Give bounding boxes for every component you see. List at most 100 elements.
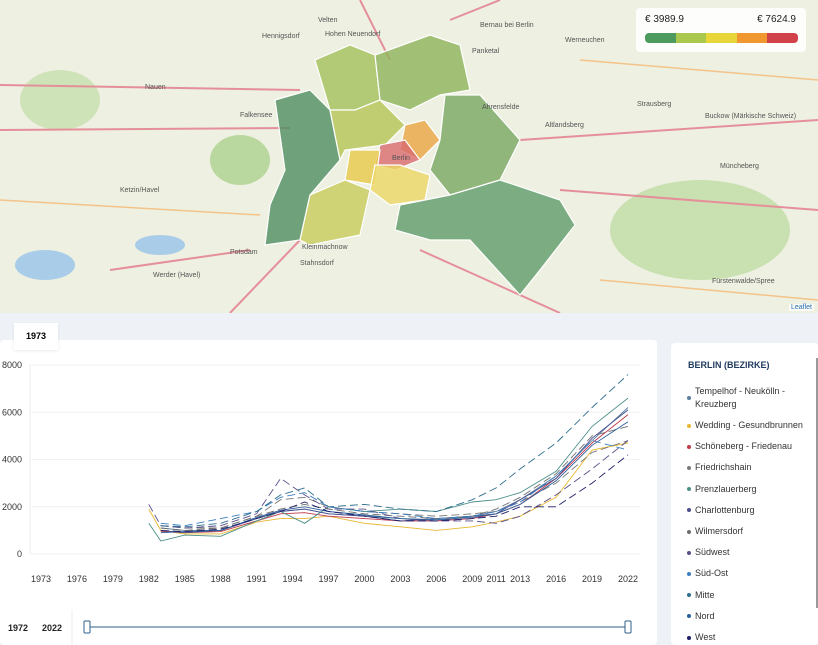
scale-segment — [767, 33, 798, 43]
series-line[interactable] — [148, 440, 629, 529]
legend-dot-icon — [687, 635, 691, 640]
x-tick-label: 2006 — [426, 574, 446, 584]
legend-dot-icon — [687, 396, 691, 400]
range-end-label: 2022 — [42, 623, 63, 633]
x-tick-label: 1994 — [283, 574, 303, 584]
legend-item[interactable]: Wedding - Gesundbrunnen — [687, 419, 812, 432]
legend-label: Wilmersdorf — [695, 526, 744, 536]
map-place-label: Müncheberg — [720, 163, 759, 170]
series-line[interactable] — [160, 440, 629, 527]
district-area[interactable] — [314, 44, 381, 111]
legend-label: Friedrichshain — [695, 462, 752, 473]
map-place-label: Ahrensfelde — [482, 104, 520, 111]
map-place-label: Nauen — [145, 84, 166, 91]
y-tick-label: 0 — [17, 549, 22, 559]
legend-dot-icon — [687, 487, 691, 492]
leaflet-attribution-link[interactable]: Leaflet — [788, 304, 814, 311]
y-tick-label: 2000 — [2, 502, 22, 512]
legend-item[interactable]: Südwest — [687, 546, 812, 559]
legend-item[interactable]: Süd-Ost — [687, 567, 812, 580]
legend-label: Mitte — [695, 589, 715, 600]
legend-dot-icon — [687, 571, 691, 576]
legend-dot-icon — [687, 614, 691, 619]
legend-item[interactable]: Mitte — [687, 589, 812, 602]
legend-label: Südwest — [695, 547, 730, 558]
legend-item[interactable]: Schöneberg - Friedenau — [687, 440, 812, 453]
scale-segment — [736, 33, 768, 43]
legend-dot-icon — [687, 508, 691, 513]
range-start-label: 1972 — [8, 623, 29, 633]
map-place-label: Hennigsdorf — [262, 33, 300, 40]
x-tick-label: 1973 — [31, 574, 51, 584]
legend-title: BERLIN (BEZIRKE) — [688, 360, 770, 370]
x-tick-label: 2013 — [510, 574, 530, 584]
legend-label: Wedding - Gesundbrunnen — [695, 420, 803, 430]
range-slider-handle[interactable] — [83, 620, 91, 634]
legend-item[interactable]: Prenzlauerberg — [687, 483, 812, 496]
map-place-label: Hohen Neuendorf — [325, 31, 381, 38]
legend-label: Nord — [695, 610, 715, 621]
y-tick-label: 6000 — [2, 407, 22, 417]
x-tick-label: 1997 — [318, 574, 338, 584]
x-tick-label: 1982 — [139, 574, 159, 584]
scale-segment — [706, 33, 737, 43]
district-area[interactable] — [369, 164, 431, 206]
map-place-label: Potsdam — [230, 249, 258, 256]
legend-dot-icon — [687, 444, 691, 449]
x-tick-label: 2000 — [354, 574, 374, 584]
legend-label: Prenzlauerberg — [695, 483, 757, 494]
series-line[interactable] — [160, 374, 629, 528]
legend-dot-icon — [687, 593, 691, 598]
range-slider-handle[interactable] — [624, 620, 632, 634]
x-tick-label: 1988 — [211, 574, 231, 584]
x-tick-label: 1979 — [103, 574, 123, 584]
y-tick-label: 8000 — [2, 360, 22, 370]
legend-dot-icon — [687, 465, 691, 470]
x-tick-label: 2016 — [546, 574, 566, 584]
x-tick-label: 2019 — [582, 574, 602, 584]
x-tick-label: 2009 — [462, 574, 482, 584]
map-place-label: Bernau bei Berlin — [480, 22, 534, 29]
legend-dot-icon — [687, 550, 691, 555]
legend-item[interactable]: Tempelhof - Neukölln - Kreuzberg — [687, 385, 812, 411]
map-place-label: Strausberg — [637, 101, 672, 108]
map-place-label: Falkensee — [240, 112, 273, 119]
map-place-label: Velten — [318, 17, 338, 24]
map-place-label: Panketal — [472, 48, 500, 55]
scale-segment — [675, 33, 707, 43]
map-place-label: Berlin — [392, 155, 410, 162]
legend-panel: BERLIN (BEZIRKE) Tempelhof - Neukölln - … — [671, 343, 818, 645]
map-place-label: Kleinmachnow — [302, 244, 348, 251]
legend-dot-icon — [687, 423, 691, 428]
map-place-label: Werneuchen — [565, 37, 605, 44]
x-tick-label: 2011 — [487, 574, 506, 584]
legend-item[interactable]: Charlottenburg — [687, 504, 812, 517]
x-tick-label: 1985 — [175, 574, 195, 584]
map-place-label: Ketzin/Havel — [120, 187, 160, 194]
map-place-label: Stahnsdorf — [300, 260, 334, 267]
legend-item[interactable]: West — [687, 631, 812, 644]
legend-label: Süd-Ost — [695, 568, 729, 579]
color-scale-bar — [645, 33, 798, 43]
series-line[interactable] — [160, 440, 629, 529]
price-scale-legend: € 3989.9 € 7624.9 — [636, 8, 806, 52]
legend-label: Charlottenburg — [695, 504, 755, 515]
scale-segment — [645, 33, 676, 43]
legend-label: Tempelhof - Neukölln - Kreuzberg — [695, 386, 786, 409]
legend-item[interactable]: Nord — [687, 610, 812, 623]
legend-dot-icon — [687, 529, 691, 534]
scale-min: € 3989.9 — [645, 14, 684, 25]
x-tick-label: 1991 — [247, 574, 267, 584]
map-place-label: Fürstenwalde/Spree — [712, 278, 775, 285]
y-tick-label: 4000 — [2, 455, 22, 465]
scale-max: € 7624.9 — [757, 14, 796, 25]
selected-year-tab[interactable]: 1973 — [14, 323, 58, 350]
legend-label: West — [695, 632, 716, 642]
map-place-label: Altlandsberg — [545, 122, 584, 129]
map[interactable]: € 3989.9 € 7624.9 Leaflet Velten Hohen Ne… — [0, 0, 818, 313]
map-place-label: Buckow (Märkische Schweiz) — [705, 113, 797, 120]
line-chart: 0 2000 4000 6000 8000 1973 1976 1979 1982 1985 198… — [2, 360, 640, 645]
legend-item[interactable]: Friedrichshain — [687, 461, 812, 474]
x-tick-label: 1976 — [67, 574, 87, 584]
legend-item[interactable]: Wilmersdorf — [687, 525, 812, 538]
